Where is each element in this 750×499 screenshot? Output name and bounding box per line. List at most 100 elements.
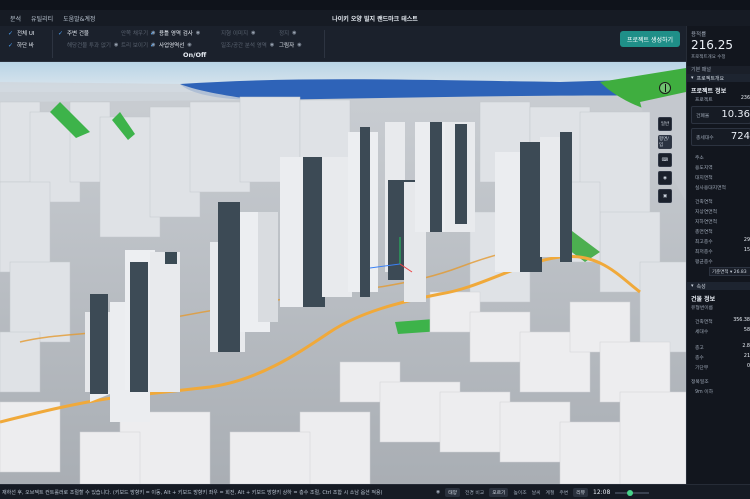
toggle-label: 일조/공간 분석 영역 — [221, 43, 267, 49]
toggle-terrain-image[interactable]: 지형 이미지 ◉ — [212, 28, 255, 38]
far-value: 216.25 — [691, 38, 733, 52]
field-key: 지하연면적 — [695, 220, 718, 225]
field-value: 15 — [743, 248, 750, 253]
field-key: 건폐율 — [696, 114, 710, 119]
chevron-down-icon: ▾ — [730, 270, 733, 275]
status-item[interactable]: 태양 — [445, 488, 461, 497]
eye-icon: ◉ — [195, 30, 201, 36]
toggle-label: 용틀 영역 검사 — [159, 31, 193, 37]
section-label: 속성 — [696, 283, 706, 290]
toggle-surrounding-buildings[interactable]: ✓ 주변 건물 — [58, 28, 89, 38]
toggle-shadow[interactable]: 그림자 ◉ — [270, 40, 302, 50]
field-key: 세대수 — [695, 330, 709, 335]
field-key: 평균층수 — [695, 260, 713, 265]
basis-area-select[interactable]: 기준면적 ▾ 26.83 — [709, 267, 750, 276]
compass-icon[interactable] — [659, 82, 671, 94]
field-key: 최고층수 — [695, 240, 713, 245]
eye-icon[interactable]: ◉ — [436, 490, 440, 495]
check-icon: ✓ — [8, 29, 14, 37]
section-attributes[interactable]: ▾ 속성 — [687, 282, 750, 290]
3d-map-viewport[interactable] — [0, 62, 686, 484]
toggle-trees[interactable]: 트리 보이기 ◉ — [112, 40, 155, 50]
field-value: 21 — [743, 354, 750, 359]
time-slider[interactable] — [615, 489, 650, 496]
eye-icon: ◉ — [297, 42, 302, 48]
toggle-label: 정지 — [279, 31, 290, 37]
field-key: 프로젝트 — [695, 98, 713, 103]
edit-project-link[interactable]: 프로젝트개요 수정 — [691, 54, 726, 60]
toggle-label: 트리 보이기 — [121, 43, 149, 49]
field-key: 최저층수 — [695, 250, 713, 255]
toggle-label: 사업영역선 — [159, 43, 185, 49]
field-key: 층수 — [695, 356, 704, 361]
toggle-sun-analysis-area[interactable]: 일조/공간 분석 영역 ◉ — [212, 40, 274, 50]
toggle-label: 주변 건물 — [67, 31, 89, 37]
project-info-title: 프로젝트 정보 — [691, 88, 727, 95]
toggle-zone-check[interactable]: ✓ 용틀 영역 검사 ◉ — [150, 28, 200, 38]
panel-tab[interactable]: 기본 패널 — [687, 66, 750, 74]
toggle-label: 전체 UI — [17, 31, 35, 37]
tool-label: 평면/입 — [659, 137, 669, 148]
toggle-label: 지형 이미지 — [221, 31, 249, 37]
eye-icon: ◉ — [251, 30, 256, 36]
status-item[interactable]: 주변 — [559, 489, 568, 496]
status-item[interactable]: 날씨 — [532, 489, 541, 496]
tool-label: 일반 — [660, 122, 670, 127]
view-normal-button[interactable]: 일반 — [658, 117, 672, 131]
toggle-fill[interactable]: 안쪽 채우기 ◉ — [112, 28, 155, 38]
building-info-title: 건물 정보 — [691, 296, 716, 303]
status-item[interactable]: 리뷰 — [573, 488, 589, 497]
check-icon: ✓ — [150, 41, 156, 49]
control-hint: 재하선 후, 오브젝트 컨트롤러로 조절할 수 있습니다. (키보드 방향키 =… — [2, 489, 383, 496]
right-info-panel: 용적률 216.25 프로젝트개요 수정 기본 패널 ▾ 프로젝트개요 프로젝트… — [686, 26, 750, 499]
field-value: 29 — [743, 238, 750, 243]
eye-icon: ◉ — [292, 30, 297, 36]
coverage-box: 건폐율 10.36 — [691, 106, 750, 124]
field-key: 실사용대지면적 — [695, 186, 726, 191]
section-label: 프로젝트개요 — [696, 75, 725, 82]
field-value: 356.38 — [733, 318, 750, 323]
generate-project-button[interactable]: 프로젝트 생성하기 — [620, 31, 680, 47]
toggle-stop[interactable]: 정지 ◉ — [270, 28, 297, 38]
divider — [324, 30, 325, 58]
toggle-all-ui[interactable]: ✓ 전체 UI — [8, 28, 35, 38]
field-value: 9m 이하 — [695, 390, 714, 395]
slider-knob[interactable] — [627, 489, 634, 496]
toggle-label: 하단 바 — [17, 43, 34, 49]
toggle-building-transparency[interactable]: 해당건물 투과 없기 ◉ — [58, 40, 118, 50]
onoff-label: On/Off — [183, 51, 207, 59]
layer-toolbar: ✓ 전체 UI ✓ 하단 바 ✓ 주변 건물 해당건물 투과 없기 ◉ 안쪽 채… — [0, 26, 686, 62]
field-key: 총세대수 — [696, 136, 714, 141]
status-item[interactable]: 높이조 — [513, 489, 526, 496]
select-label: 기준면적 — [712, 270, 729, 275]
eye-icon: ◉ — [187, 42, 192, 48]
toggle-label: 그림자 — [279, 43, 295, 49]
view-plan-button[interactable]: 평면/입 — [658, 135, 672, 149]
toggle-label: 해당건물 투과 없기 — [67, 43, 111, 49]
divider — [52, 30, 53, 58]
households-box: 총세대수 724 — [691, 128, 750, 146]
field-value: 2.8 — [742, 344, 750, 349]
pin-icon[interactable]: ◉ — [658, 171, 672, 185]
field-key: 지상연면적 — [695, 210, 718, 215]
field-value: 724 — [730, 131, 750, 142]
chevron-down-icon: ▾ — [691, 75, 694, 81]
field-value: 58 — [743, 328, 750, 333]
check-icon: ✓ — [150, 29, 156, 37]
field-key: 층고 — [695, 346, 704, 351]
status-item[interactable]: 오르기 — [489, 488, 509, 497]
status-item[interactable]: 전경 비교 — [465, 489, 484, 496]
toggle-label: 안쪽 채우기 — [121, 31, 149, 37]
section-project-overview[interactable]: ▾ 프로젝트개요 — [687, 74, 750, 82]
toggle-bottom-bar[interactable]: ✓ 하단 바 — [8, 40, 34, 50]
field-value: 10.36 — [721, 109, 750, 120]
status-controls: ◉ 태양 전경 비교 오르기 높이조 날씨 계절 주변 리뷰 12:08 — [436, 485, 650, 499]
status-item[interactable]: 계절 — [546, 489, 555, 496]
field-key: 건축연적 — [695, 200, 713, 205]
toggle-project-boundary[interactable]: ✓ 사업영역선 ◉ — [150, 40, 192, 50]
time-display: 12:08 — [593, 489, 611, 496]
field-key: 건축면적 — [695, 320, 713, 325]
keyboard-icon[interactable]: ⌨ — [658, 153, 672, 167]
field-key: 주소 — [695, 156, 704, 161]
camera-icon[interactable]: ▣ — [658, 189, 672, 203]
